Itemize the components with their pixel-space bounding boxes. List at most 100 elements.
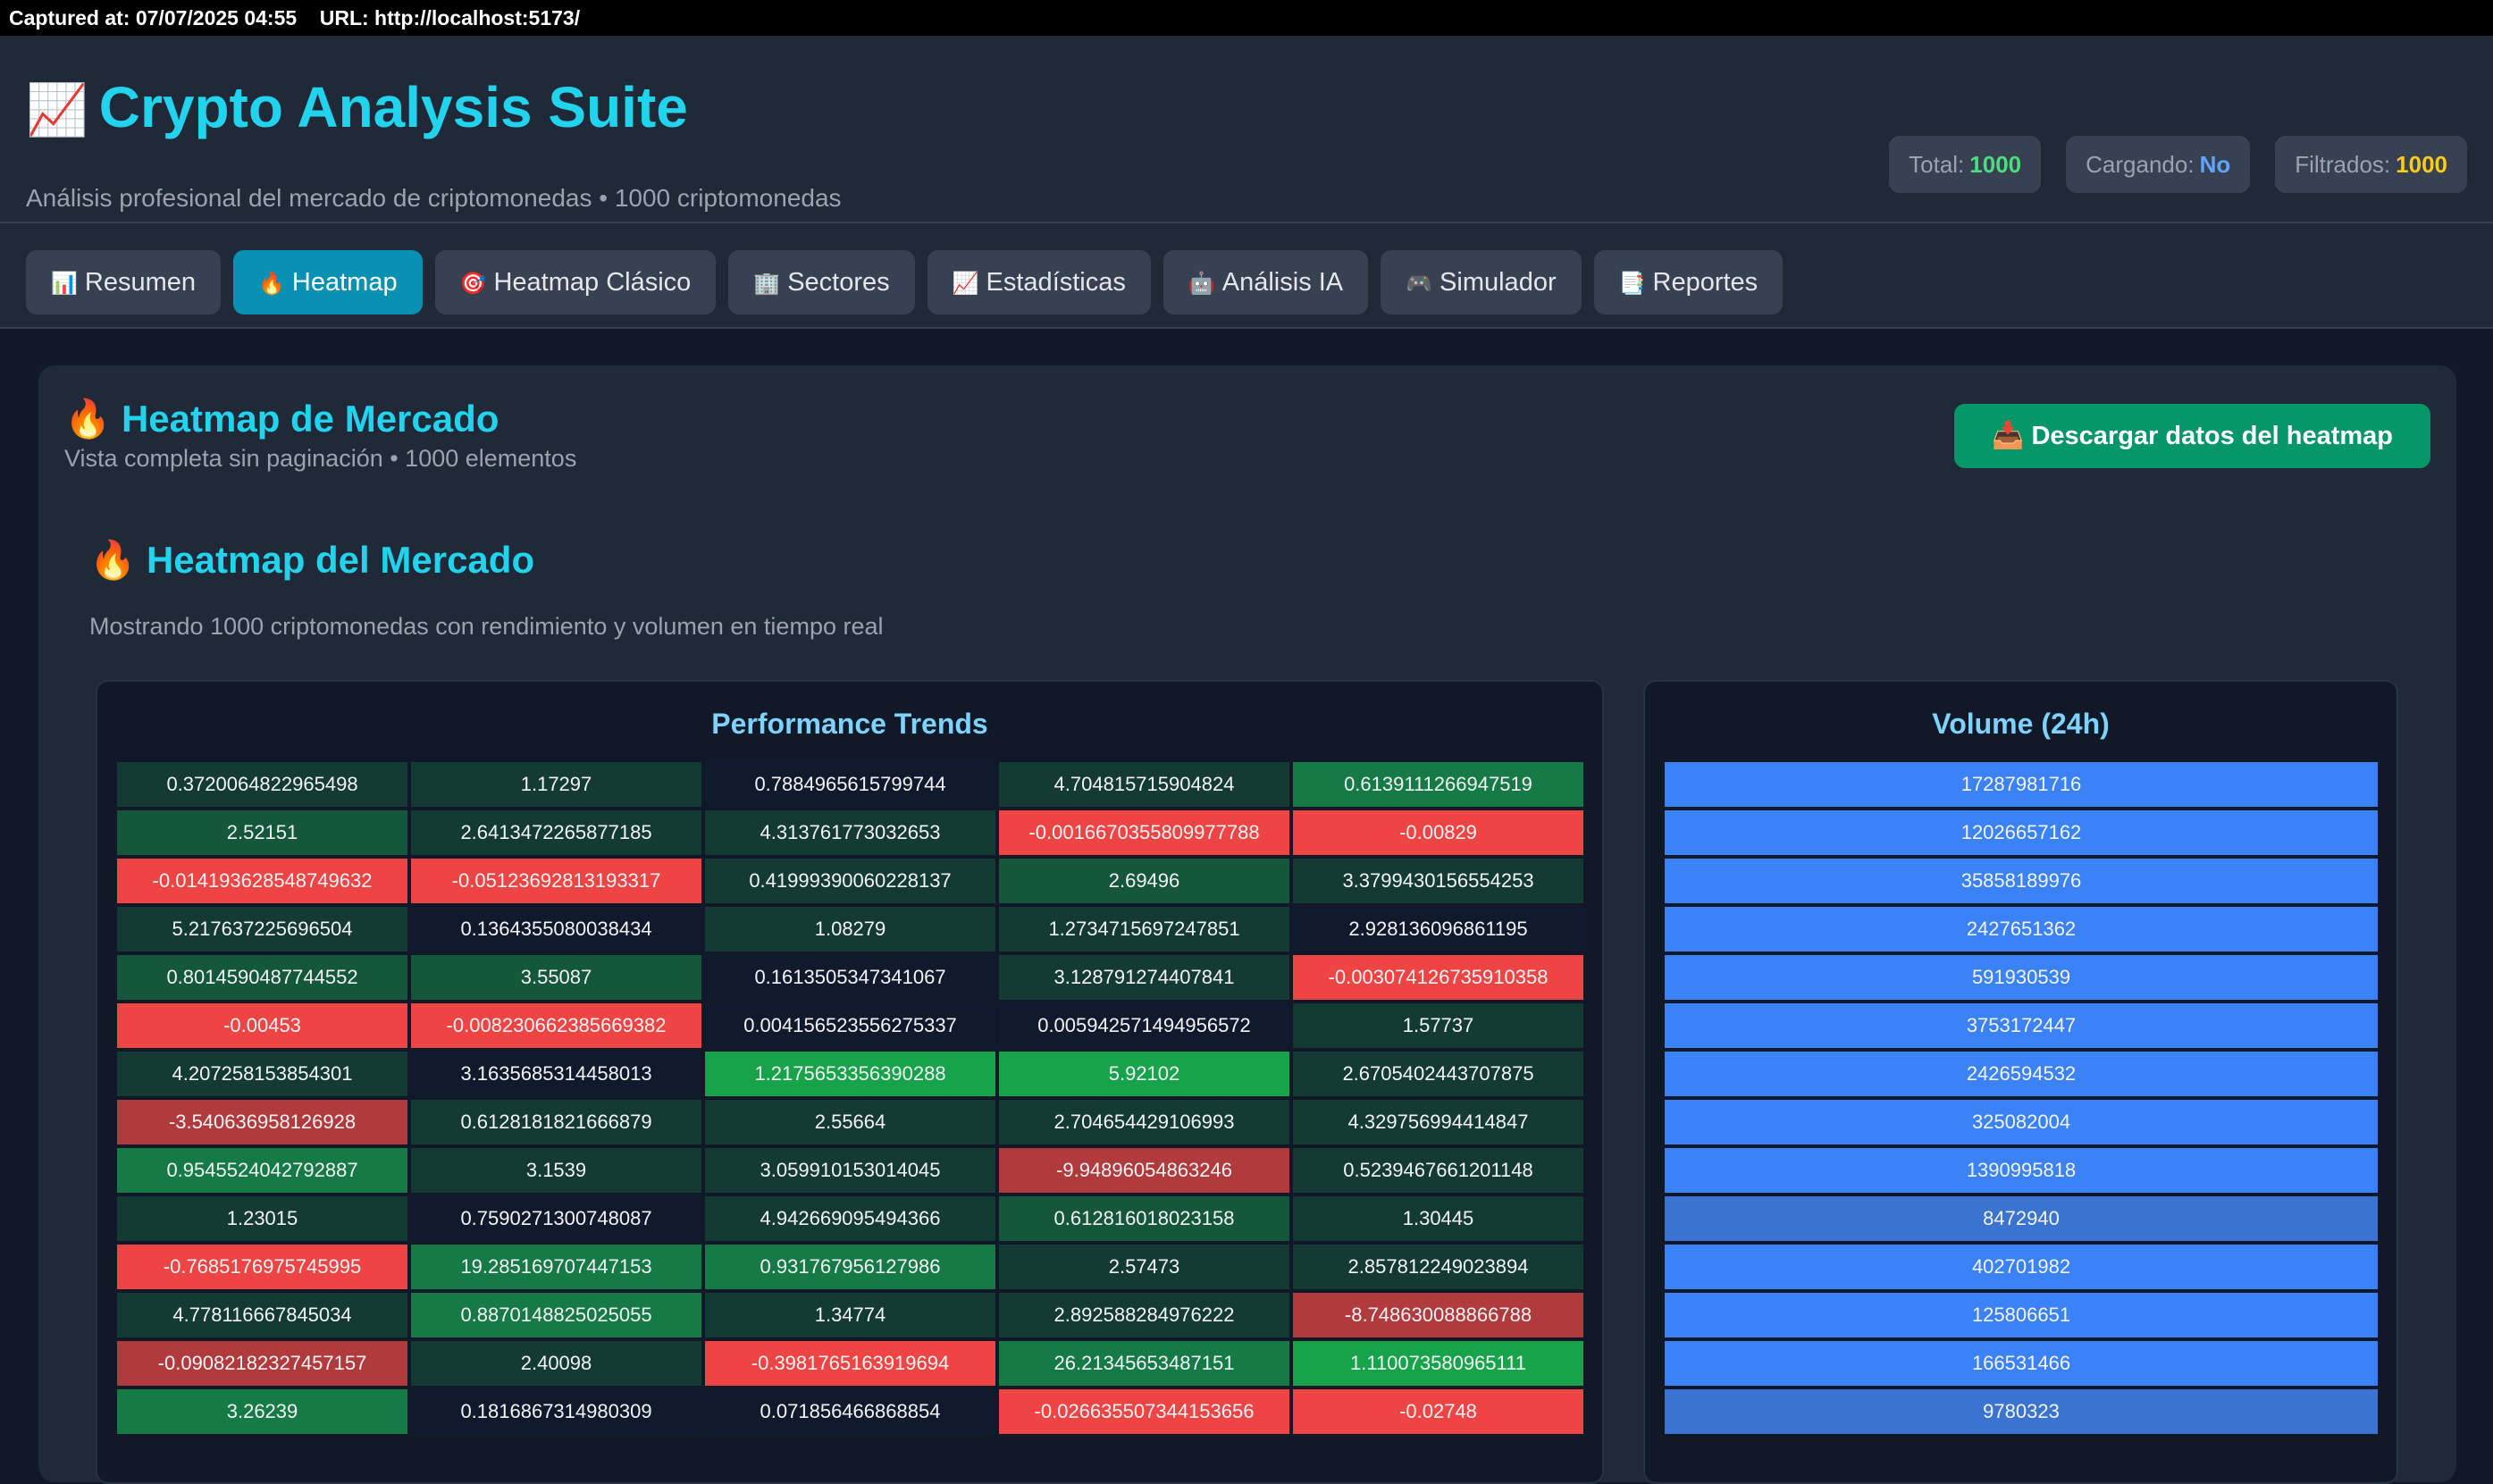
performance-cell[interactable]: 4.207258153854301 (117, 1052, 407, 1096)
performance-cell[interactable]: 1.08279 (705, 907, 995, 952)
performance-cell[interactable]: 2.857812249023894 (1293, 1245, 1583, 1289)
performance-cell[interactable]: -0.026635507344153656 (999, 1389, 1289, 1434)
performance-cell[interactable]: -0.3981765163919694 (705, 1341, 995, 1386)
performance-cell[interactable]: 0.9545524042792887 (117, 1148, 407, 1193)
performance-cell[interactable]: 3.55087 (411, 955, 701, 1000)
performance-cell[interactable]: 2.704654429106993 (999, 1100, 1289, 1144)
inbox-tray-icon: 📥 (1992, 422, 2025, 450)
tab-heatmap-clasico[interactable]: 🎯 Heatmap Clásico (434, 250, 717, 314)
volume-cell[interactable]: 591930539 (1665, 955, 2378, 1000)
performance-cell[interactable]: 0.8014590487744552 (117, 955, 407, 1000)
performance-cell[interactable]: 2.892588284976222 (999, 1293, 1289, 1337)
performance-cell[interactable]: 0.071856466868854 (705, 1389, 995, 1434)
volume-cell[interactable]: 12026657162 (1665, 810, 2378, 855)
performance-cell[interactable]: 3.1635685314458013 (411, 1052, 701, 1096)
volume-cell[interactable]: 325082004 (1665, 1100, 2378, 1144)
performance-cell[interactable]: 1.30445 (1293, 1196, 1583, 1241)
performance-cell[interactable]: -3.540636958126928 (117, 1100, 407, 1144)
performance-cell[interactable]: 2.928136096861195 (1293, 907, 1583, 952)
performance-cell[interactable]: 2.40098 (411, 1341, 701, 1386)
performance-cell[interactable]: -0.008230662385669382 (411, 1003, 701, 1048)
performance-cell[interactable]: 1.110073580965111 (1293, 1341, 1583, 1386)
performance-cell[interactable]: 4.704815715904824 (999, 762, 1289, 807)
performance-cell[interactable]: -0.00829 (1293, 810, 1583, 855)
performance-cell[interactable]: 5.217637225696504 (117, 907, 407, 952)
performance-cell[interactable]: 0.41999390060228137 (705, 859, 995, 903)
tab-simulador[interactable]: 🎮 Simulador (1381, 250, 1582, 314)
heatmap-title: 🔥 Heatmap del Mercado (89, 535, 534, 585)
performance-cell[interactable]: 0.6128181821666879 (411, 1100, 701, 1144)
performance-cell[interactable]: -9.94896054863246 (999, 1148, 1289, 1193)
performance-cell[interactable]: 0.931767956127986 (705, 1245, 995, 1289)
heatmap-panel: 🔥 Heatmap de Mercado Vista completa sin … (38, 365, 2456, 1484)
performance-cell[interactable]: 1.34774 (705, 1293, 995, 1337)
performance-cell[interactable]: 1.2734715697247851 (999, 907, 1289, 952)
app-title-text: Crypto Analysis Suite (98, 75, 688, 139)
performance-cell[interactable]: 3.1539 (411, 1148, 701, 1193)
performance-cell[interactable]: 0.3720064822965498 (117, 762, 407, 807)
panel-title: 🔥 Heatmap de Mercado (64, 394, 499, 444)
volume-cell[interactable]: 35858189976 (1665, 859, 2378, 903)
stats-badges: Total: 1000 Cargando: No Filtrados: 1000 (1889, 136, 2467, 193)
volume-cell[interactable]: 2427651362 (1665, 907, 2378, 952)
volume-cell[interactable]: 9780323 (1665, 1389, 2378, 1434)
performance-cell[interactable]: 2.6413472265877185 (411, 810, 701, 855)
performance-cell[interactable]: -0.0016670355809977788 (999, 810, 1289, 855)
tab-resumen[interactable]: 📊 Resumen (26, 250, 222, 314)
performance-cell[interactable]: 0.1613505347341067 (705, 955, 995, 1000)
performance-cell[interactable]: 3.3799430156554253 (1293, 859, 1583, 903)
performance-cell[interactable]: 0.612816018023158 (999, 1196, 1289, 1241)
performance-cell[interactable]: 3.26239 (117, 1389, 407, 1434)
performance-cell[interactable]: 1.2175653356390288 (705, 1052, 995, 1096)
volume-cell[interactable]: 1390995818 (1665, 1148, 2378, 1193)
volume-cell[interactable]: 17287981716 (1665, 762, 2378, 807)
performance-cell[interactable]: -8.748630088866788 (1293, 1293, 1583, 1337)
performance-cell[interactable]: 1.17297 (411, 762, 701, 807)
performance-cell[interactable]: 2.6705402443707875 (1293, 1052, 1583, 1096)
performance-cell[interactable]: 2.55664 (705, 1100, 995, 1144)
performance-cell[interactable]: 1.23015 (117, 1196, 407, 1241)
performance-cell[interactable]: 0.7884965615799744 (705, 762, 995, 807)
performance-cell[interactable]: 0.004156523556275337 (705, 1003, 995, 1048)
performance-cell[interactable]: 4.778116667845034 (117, 1293, 407, 1337)
tab-estadisticas[interactable]: 📈 Estadísticas (927, 250, 1151, 314)
performance-cell[interactable]: 3.128791274407841 (999, 955, 1289, 1000)
performance-cell[interactable]: 1.57737 (1293, 1003, 1583, 1048)
performance-cell[interactable]: 4.942669095494366 (705, 1196, 995, 1241)
tab-sectores[interactable]: 🏢 Sectores (728, 250, 915, 314)
performance-cell[interactable]: 0.8870148825025055 (411, 1293, 701, 1337)
tab-analisis-ia[interactable]: 🤖 Análisis IA (1163, 250, 1369, 314)
performance-cell[interactable]: 0.6139111266947519 (1293, 762, 1583, 807)
performance-cell[interactable]: -0.09082182327457157 (117, 1341, 407, 1386)
download-heatmap-button[interactable]: 📥 Descargar datos del heatmap (1954, 404, 2430, 468)
fire-icon: 🔥 (64, 398, 112, 440)
volume-cell[interactable]: 125806651 (1665, 1293, 2378, 1337)
performance-cell[interactable]: 19.285169707447153 (411, 1245, 701, 1289)
performance-cell[interactable]: 4.313761773032653 (705, 810, 995, 855)
tab-reportes[interactable]: 📑 Reportes (1593, 250, 1784, 314)
performance-cell[interactable]: 2.52151 (117, 810, 407, 855)
performance-cell[interactable]: 4.329756994414847 (1293, 1100, 1583, 1144)
performance-cell[interactable]: 5.92102 (999, 1052, 1289, 1096)
volume-cell[interactable]: 402701982 (1665, 1245, 2378, 1289)
performance-cell[interactable]: 0.7590271300748087 (411, 1196, 701, 1241)
volume-cell[interactable]: 166531466 (1665, 1341, 2378, 1386)
performance-cell[interactable]: -0.02748 (1293, 1389, 1583, 1434)
performance-cell[interactable]: -0.05123692813193317 (411, 859, 701, 903)
performance-cell[interactable]: 26.21345653487151 (999, 1341, 1289, 1386)
performance-cell[interactable]: 2.69496 (999, 859, 1289, 903)
volume-cell[interactable]: 2426594532 (1665, 1052, 2378, 1096)
performance-cell[interactable]: 2.57473 (999, 1245, 1289, 1289)
performance-cell[interactable]: -0.7685176975745995 (117, 1245, 407, 1289)
performance-cell[interactable]: 0.1364355080038434 (411, 907, 701, 952)
performance-cell[interactable]: 3.059910153014045 (705, 1148, 995, 1193)
tab-heatmap[interactable]: 🔥 Heatmap (233, 250, 423, 314)
performance-cell[interactable]: -0.00453 (117, 1003, 407, 1048)
performance-cell[interactable]: 0.005942571494956572 (999, 1003, 1289, 1048)
performance-cell[interactable]: -0.014193628548749632 (117, 859, 407, 903)
volume-cell[interactable]: 8472940 (1665, 1196, 2378, 1241)
performance-cell[interactable]: 0.5239467661201148 (1293, 1148, 1583, 1193)
performance-cell[interactable]: -0.003074126735910358 (1293, 955, 1583, 1000)
performance-cell[interactable]: 0.1816867314980309 (411, 1389, 701, 1434)
volume-cell[interactable]: 3753172447 (1665, 1003, 2378, 1048)
